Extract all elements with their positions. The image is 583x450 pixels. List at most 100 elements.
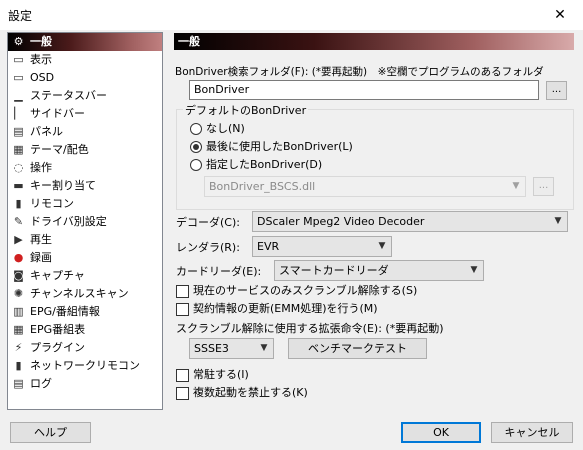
sidebar-item-general[interactable]: ⚙ 一般 — [8, 33, 162, 51]
dialog-body: ⚙ 一般 ▭ 表示 ▭ OSD ▁ ステータスバー ▏ サイドバー ▤ パネル ▦ テーマ/配… — [0, 30, 583, 450]
sidebar-item-capture[interactable]: ◙ キャプチャ — [8, 267, 162, 285]
sidebar-item-osd[interactable]: ▭ OSD — [8, 69, 162, 87]
sidebar-item-label: サイドバー — [30, 107, 85, 120]
sidebar-item-label: EPG番組表 — [30, 323, 86, 336]
decoder-label: デコーダ(C): — [176, 216, 240, 229]
sidebar-item-label: チャンネルスキャン — [30, 287, 129, 300]
radio-none-label: なし(N) — [206, 122, 245, 135]
sidebar-item-label: プラグイン — [30, 341, 85, 354]
sidebar-item-label: ドライバ別設定 — [30, 215, 107, 228]
display-icon: ▭ — [13, 53, 24, 66]
radio-specified-label: 指定したBonDriver(D) — [206, 158, 323, 171]
descramble-current-checkbox[interactable]: 現在のサービスのみスクランブル解除する(S) — [176, 283, 496, 299]
card-reader-select[interactable]: スマートカードリーダ ▼ — [274, 260, 484, 281]
chevron-down-icon: ▼ — [512, 181, 520, 191]
scan-icon: ✺ — [13, 287, 24, 300]
radio-none[interactable]: なし(N) — [190, 121, 310, 137]
checkbox-box — [176, 369, 189, 382]
sidebar-item-statusbar[interactable]: ▁ ステータスバー — [8, 87, 162, 105]
instruction-value: SSSE3 — [194, 342, 229, 355]
sidebar-item-label: ログ — [30, 377, 52, 390]
sidebar-item-epg-table[interactable]: ▦ EPG番組表 — [8, 321, 162, 339]
sidebar-item-playback[interactable]: ▶ 再生 — [8, 231, 162, 249]
decoder-value: DScaler Mpeg2 Video Decoder — [257, 215, 425, 228]
sidebar-item-label: OSD — [30, 71, 55, 84]
sidebar-item-label: テーマ/配色 — [30, 143, 89, 156]
no-multi-instance-checkbox[interactable]: 複数起動を禁止する(K) — [176, 385, 376, 401]
radio-selected-dot — [193, 144, 199, 150]
settings-category-list[interactable]: ⚙ 一般 ▭ 表示 ▭ OSD ▁ ステータスバー ▏ サイドバー ▤ パネル ▦ テーマ/配… — [7, 32, 163, 410]
browse-bondriver-button[interactable]: ... — [533, 177, 554, 196]
sidebar-item-driver[interactable]: ✎ ドライバ別設定 — [8, 213, 162, 231]
sidebar-item-label: キャプチャ — [30, 269, 85, 282]
sidebar-item-label: 表示 — [30, 53, 52, 66]
radio-specified[interactable]: 指定したBonDriver(D) — [190, 157, 390, 173]
radio-last-used[interactable]: 最後に使用したBonDriver(L) — [190, 139, 410, 155]
cancel-button[interactable]: キャンセル — [491, 422, 573, 443]
sidebar-item-theme[interactable]: ▦ テーマ/配色 — [8, 141, 162, 159]
decoder-select[interactable]: DScaler Mpeg2 Video Decoder ▼ — [252, 211, 568, 232]
sidebar-item-label: ネットワークリモコン — [30, 359, 140, 372]
sidebar-item-log[interactable]: ▤ ログ — [8, 375, 162, 393]
panel-icon: ▤ — [13, 125, 24, 138]
checkbox-label: 現在のサービスのみスクランブル解除する(S) — [193, 284, 418, 297]
sidebar-item-key-assign[interactable]: ▬ キー割り当て — [8, 177, 162, 195]
sidebar-item-plugin[interactable]: ⚡ プラグイン — [8, 339, 162, 357]
network-remote-icon: ▮ — [15, 359, 22, 372]
keyboard-icon: ▬ — [13, 179, 24, 192]
statusbar-icon: ▁ — [14, 89, 23, 102]
specified-bondriver-combo[interactable]: BonDriver_BSCS.dll ▼ — [204, 176, 526, 197]
instruction-label: スクランブル解除に使用する拡張命令(E): (*要再起動) — [176, 322, 444, 335]
sidebar-item-network-remote[interactable]: ▮ ネットワークリモコン — [8, 357, 162, 375]
checkbox-box — [176, 303, 189, 316]
sidebar-item-epg-info[interactable]: ▥ EPG/番組情報 — [8, 303, 162, 321]
sidebar-item-label: EPG/番組情報 — [30, 305, 100, 318]
sidebar-item-label: 一般 — [30, 35, 52, 48]
chevron-down-icon: ▼ — [378, 241, 386, 251]
benchmark-button[interactable]: ベンチマークテスト — [288, 338, 427, 359]
renderer-value: EVR — [257, 240, 280, 253]
chevron-down-icon: ▼ — [470, 265, 478, 275]
sidebar-item-channel-scan[interactable]: ✺ チャンネルスキャン — [8, 285, 162, 303]
epg-info-icon: ▥ — [13, 305, 24, 318]
card-reader-value: スマートカードリーダ — [279, 264, 389, 277]
specified-bondriver-value: BonDriver_BSCS.dll — [209, 180, 316, 193]
title-bar: 設定 ✕ — [0, 0, 583, 30]
sidebar-item-display[interactable]: ▭ 表示 — [8, 51, 162, 69]
sidebar-item-panel[interactable]: ▤ パネル — [8, 123, 162, 141]
close-icon[interactable]: ✕ — [537, 0, 583, 30]
sidebar-item-label: ステータスバー — [30, 89, 107, 102]
card-reader-label: カードリーダ(E): — [176, 265, 262, 278]
sidebar-item-label: 操作 — [30, 161, 52, 174]
mouse-icon: ◌ — [13, 161, 24, 174]
emm-update-checkbox[interactable]: 契約情報の更新(EMM処理)を行う(M) — [176, 301, 496, 317]
window-title: 設定 — [8, 9, 33, 23]
epg-table-icon: ▦ — [13, 323, 24, 336]
record-icon: ● — [13, 251, 24, 264]
checkbox-label: 契約情報の更新(EMM処理)を行う(M) — [193, 302, 378, 315]
sidebar-item-sidebar[interactable]: ▏ サイドバー — [8, 105, 162, 123]
help-button[interactable]: ヘルプ — [10, 422, 91, 443]
chevron-down-icon: ▼ — [554, 216, 562, 226]
ok-button[interactable]: OK — [401, 422, 481, 443]
checkbox-box — [176, 285, 189, 298]
page-title: 一般 — [174, 33, 574, 50]
resident-checkbox[interactable]: 常駐する(I) — [176, 367, 376, 383]
sidebar-item-remote[interactable]: ▮ リモコン — [8, 195, 162, 213]
radio-last-used-label: 最後に使用したBonDriver(L) — [206, 140, 353, 153]
default-bondriver-group-title: デフォルトのBonDriver — [183, 102, 309, 118]
sidebar-item-label: 再生 — [30, 233, 52, 246]
instruction-select[interactable]: SSSE3 ▼ — [189, 338, 274, 359]
bondriver-folder-input[interactable]: BonDriver — [189, 80, 539, 100]
checkbox-box — [176, 387, 189, 400]
checkbox-label: 複数起動を禁止する(K) — [193, 386, 308, 399]
gear-icon: ⚙ — [13, 35, 24, 48]
sidebar-item-record[interactable]: ● 録画 — [8, 249, 162, 267]
renderer-select[interactable]: EVR ▼ — [252, 236, 392, 257]
radio-none-circle — [190, 123, 202, 135]
browse-folder-button[interactable]: ... — [546, 81, 567, 100]
driver-icon: ✎ — [13, 215, 24, 228]
sidebar-item-operation[interactable]: ◌ 操作 — [8, 159, 162, 177]
sidebar-item-label: リモコン — [30, 197, 74, 210]
sidebar-item-label: 録画 — [30, 251, 52, 264]
